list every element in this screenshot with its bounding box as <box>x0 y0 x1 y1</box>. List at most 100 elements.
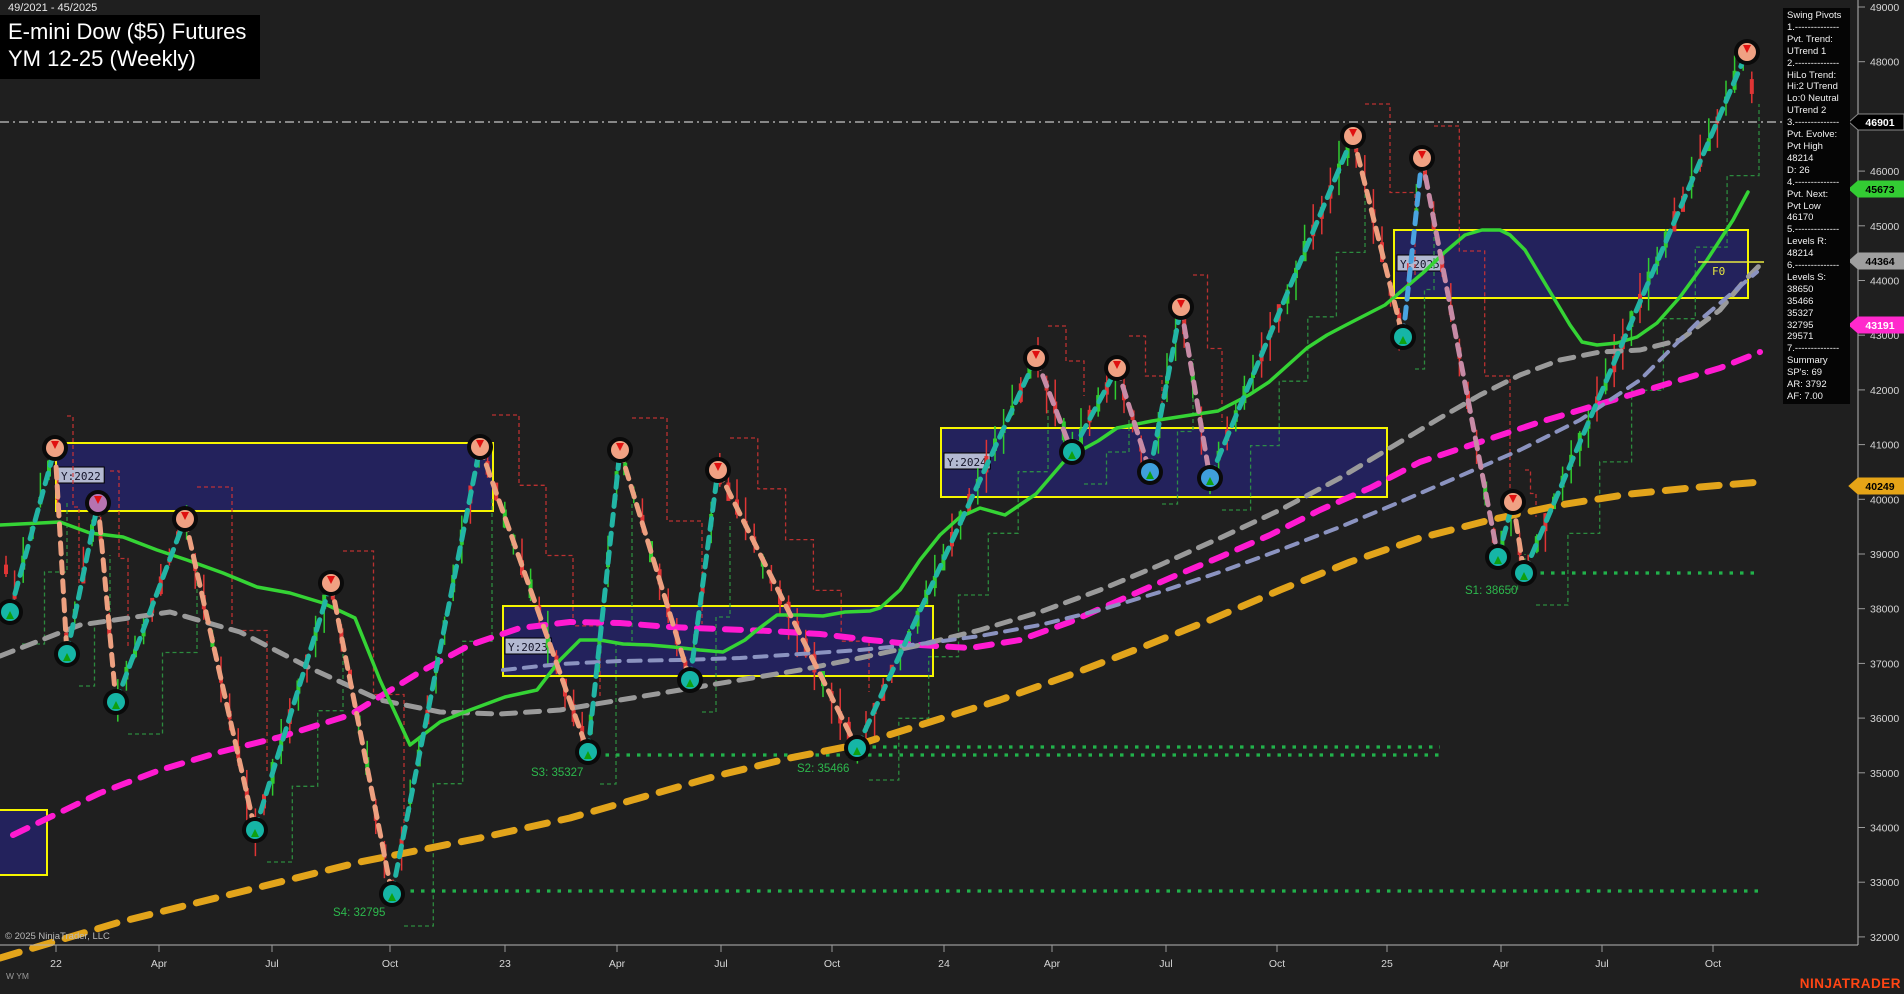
info-line: UTrend 1 <box>1787 46 1850 58</box>
info-line: 3.-------------- <box>1787 117 1850 129</box>
info-line: 1.-------------- <box>1787 22 1850 34</box>
swing-down-leg <box>98 503 116 702</box>
info-line: 38650 <box>1787 284 1850 296</box>
date-tick-label: Jul <box>265 958 278 970</box>
date-tick-label: Apr <box>1044 958 1061 970</box>
info-line: Pvt. Next: <box>1787 189 1850 201</box>
price-marker-value: 46901 <box>1865 117 1894 129</box>
f0-label: F0 <box>1712 265 1725 278</box>
price-marker-value: 40249 <box>1865 481 1894 493</box>
swing-up-leg <box>857 358 1036 748</box>
date-tick-label: Jul <box>1159 958 1172 970</box>
year-range-box <box>56 443 493 511</box>
price-tick-label: 34000 <box>1870 823 1899 835</box>
support-level-label: S2: 35466 <box>797 763 849 775</box>
info-line: Levels R: <box>1787 236 1850 248</box>
swing-up-leg <box>392 447 480 894</box>
price-tick-label: 45000 <box>1870 221 1899 233</box>
info-line: Lo:0 Neutral <box>1787 93 1850 105</box>
price-tick-label: 36000 <box>1870 713 1899 725</box>
price-marker-value: 45673 <box>1865 184 1894 196</box>
trail-stop-up-line <box>1536 104 1759 605</box>
info-line: 48214 <box>1787 248 1850 260</box>
info-line: 7.-------------- <box>1787 343 1850 355</box>
price-tick-label: 38000 <box>1870 604 1899 616</box>
candle-body <box>1750 79 1754 94</box>
date-tick-label: 22 <box>50 958 62 970</box>
info-line: Summary <box>1787 355 1850 367</box>
price-tick-label: 32000 <box>1870 932 1899 944</box>
date-tick-label: Apr <box>1493 958 1510 970</box>
date-tick-label: Apr <box>151 958 168 970</box>
date-tick-label: Oct <box>382 958 398 970</box>
price-tick-label: 40000 <box>1870 494 1899 506</box>
date-tick-label: 23 <box>499 958 511 970</box>
trail-stop-up-line <box>128 571 197 734</box>
trail-stop-down-line <box>1048 326 1084 396</box>
date-tick-label: Oct <box>1269 958 1285 970</box>
info-line: Levels S: <box>1787 272 1850 284</box>
date-tick-label: Oct <box>824 958 840 970</box>
info-line: Pvt. Evolve: <box>1787 129 1850 141</box>
date-tick-label: 25 <box>1381 958 1393 970</box>
swing-pivots-info-panel: Swing Pivots1.--------------Pvt. Trend:U… <box>1783 8 1850 404</box>
info-line: UTrend 2 <box>1787 105 1850 117</box>
price-tick-label: 37000 <box>1870 658 1899 670</box>
price-marker-value: 43191 <box>1865 320 1894 332</box>
date-tick-label: Jul <box>1595 958 1608 970</box>
chart-title-line1: E-mini Dow ($5) Futures <box>8 19 246 46</box>
price-marker-value: 44364 <box>1865 256 1894 268</box>
info-line: HiLo Trend: <box>1787 70 1850 82</box>
price-chart-canvas[interactable]: Y:2022Y:2023Y:2024Y:2025S1: 38650S2: 354… <box>0 0 1904 994</box>
swing-down-leg <box>480 447 588 752</box>
date-tick-label: Apr <box>609 958 626 970</box>
info-line: AR: 3792 <box>1787 379 1850 391</box>
swing-down-leg <box>185 519 255 830</box>
info-line: 35466 <box>1787 296 1850 308</box>
price-tick-label: 46000 <box>1870 166 1899 178</box>
support-level-label: S1: 38650 <box>1465 585 1517 597</box>
info-line: 29571 <box>1787 331 1850 343</box>
trail-stop-down-line <box>1129 336 1162 416</box>
year-label: Y:2023 <box>508 641 548 654</box>
swing-up-leg <box>1210 136 1353 478</box>
info-line: 2.-------------- <box>1787 58 1850 70</box>
price-tick-label: 39000 <box>1870 549 1899 561</box>
info-line: 32795 <box>1787 320 1850 332</box>
price-tick-label: 42000 <box>1870 385 1899 397</box>
year-label: Y:2022 <box>61 470 101 483</box>
info-line: 5.-------------- <box>1787 224 1850 236</box>
price-tick-label: 49000 <box>1870 2 1899 14</box>
info-line: 46170 <box>1787 212 1850 224</box>
swing-up-leg <box>10 448 55 612</box>
info-line: Pvt Low <box>1787 201 1850 213</box>
support-level-label: S3: 35327 <box>531 767 583 779</box>
chart-title: E-mini Dow ($5) Futures YM 12-25 (Weekly… <box>0 15 260 79</box>
price-tick-label: 44000 <box>1870 276 1899 288</box>
chart-title-line2: YM 12-25 (Weekly) <box>8 46 246 73</box>
info-line: 6.-------------- <box>1787 260 1850 272</box>
date-tick-label: 24 <box>938 958 950 970</box>
price-tick-label: 41000 <box>1870 440 1899 452</box>
swing-down-leg <box>1422 158 1498 557</box>
info-line: SP's: 69 <box>1787 367 1850 379</box>
price-tick-label: 35000 <box>1870 768 1899 780</box>
price-tick-label: 33000 <box>1870 877 1899 889</box>
copyright-label: © 2025 NinjaTrader, LLC <box>5 931 110 942</box>
info-line: Pvt High <box>1787 141 1850 153</box>
year-label: Y:2024 <box>947 456 987 469</box>
info-line: 35327 <box>1787 308 1850 320</box>
price-tick-label: 48000 <box>1870 57 1899 69</box>
instrument-label: W YM <box>6 971 29 981</box>
ninjatrader-logo: NINJATRADER <box>1800 976 1901 991</box>
support-level-label: S4: 32795 <box>333 907 385 919</box>
date-range-label: 49/2021 - 45/2025 <box>8 2 97 14</box>
candle-body <box>4 565 8 574</box>
info-line: 48214 <box>1787 153 1850 165</box>
date-tick-label: Oct <box>1705 958 1721 970</box>
info-line: AF: 7.00 <box>1787 391 1850 403</box>
date-tick-label: Jul <box>714 958 727 970</box>
info-line: Pvt. Trend: <box>1787 34 1850 46</box>
swing-up-leg <box>588 450 620 752</box>
info-line: 4.-------------- <box>1787 177 1850 189</box>
